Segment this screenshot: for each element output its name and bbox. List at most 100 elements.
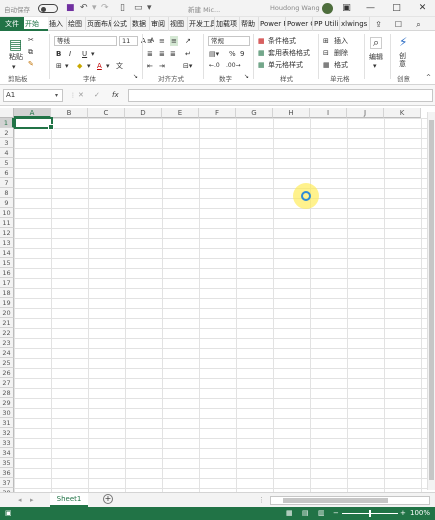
- font-name-dropdown[interactable]: 等线: [54, 36, 117, 46]
- align-top-icon[interactable]: ≡: [147, 36, 153, 46]
- accounting-format-icon[interactable]: ▤▾: [209, 49, 219, 59]
- row-header[interactable]: 5: [0, 158, 14, 168]
- editing-dropdown-icon[interactable]: ▾: [373, 61, 377, 71]
- italic-button[interactable]: I: [69, 49, 71, 59]
- minimize-button[interactable]: —: [364, 2, 377, 15]
- row-header[interactable]: 33: [0, 438, 14, 448]
- row-header[interactable]: 7: [0, 178, 14, 188]
- font-size-dropdown[interactable]: 11: [119, 36, 138, 46]
- row-header[interactable]: 21: [0, 318, 14, 328]
- row-header[interactable]: 37: [0, 478, 14, 488]
- tab-view[interactable]: 视图: [169, 17, 188, 31]
- row-header[interactable]: 20: [0, 308, 14, 318]
- fill-color-icon[interactable]: ◆: [77, 61, 82, 71]
- row-header[interactable]: 8: [0, 188, 14, 198]
- bold-button[interactable]: B: [56, 49, 61, 59]
- undo-icon[interactable]: ↶: [80, 2, 88, 15]
- row-header[interactable]: 31: [0, 418, 14, 428]
- horizontal-scroll-thumb[interactable]: [283, 498, 388, 503]
- scroll-sheets-left-icon[interactable]: ◂: [18, 495, 22, 505]
- tab-power-pivot[interactable]: Power Pivot: [259, 17, 286, 31]
- increase-indent-icon[interactable]: ⇥: [159, 61, 165, 71]
- new-file-icon[interactable]: ▯: [120, 2, 125, 15]
- tab-draw[interactable]: 绘图: [67, 17, 86, 31]
- paste-label[interactable]: 粘贴: [9, 52, 23, 62]
- share-icon[interactable]: ⇪: [372, 18, 385, 31]
- align-left-icon[interactable]: ≣: [147, 49, 153, 59]
- orientation-icon[interactable]: ↗: [185, 36, 191, 46]
- active-cell[interactable]: [14, 117, 54, 130]
- column-header[interactable]: D: [125, 108, 162, 118]
- paste-icon[interactable]: ▤: [9, 38, 22, 52]
- row-header[interactable]: 24: [0, 348, 14, 358]
- save-icon[interactable]: ■: [66, 2, 75, 15]
- select-all-button[interactable]: [0, 108, 14, 118]
- tab-help[interactable]: 帮助: [240, 17, 259, 31]
- row-header[interactable]: 26: [0, 368, 14, 378]
- row-header[interactable]: 25: [0, 358, 14, 368]
- avatar[interactable]: [322, 3, 333, 14]
- row-header[interactable]: 23: [0, 338, 14, 348]
- insert-cells-button[interactable]: 插入: [334, 36, 348, 46]
- column-header[interactable]: B: [51, 108, 88, 118]
- normal-view-icon[interactable]: ▦: [286, 508, 293, 518]
- collapse-ribbon-icon[interactable]: ^: [426, 73, 431, 83]
- tab-page-layout[interactable]: 页面布局: [86, 17, 112, 31]
- name-box[interactable]: A1: [3, 89, 63, 102]
- tab-developer[interactable]: 开发工具: [188, 17, 215, 31]
- column-header[interactable]: I: [310, 108, 347, 118]
- row-header[interactable]: 22: [0, 328, 14, 338]
- name-box-dropdown-icon[interactable]: ▾: [55, 89, 58, 102]
- align-right-icon[interactable]: ≣: [170, 49, 176, 59]
- column-header[interactable]: F: [199, 108, 236, 118]
- fill-color-dropdown-icon[interactable]: ▾: [87, 61, 91, 71]
- undo-dropdown-icon[interactable]: ▾: [92, 2, 97, 15]
- zoom-slider-thumb[interactable]: [369, 510, 371, 517]
- row-header[interactable]: 19: [0, 298, 14, 308]
- tab-insert[interactable]: 插入: [48, 17, 67, 31]
- sheet-bar-separator-icon[interactable]: ⋮: [258, 495, 265, 505]
- row-header[interactable]: 1: [0, 118, 14, 128]
- page-break-view-icon[interactable]: ▥: [318, 508, 325, 518]
- zoom-out-icon[interactable]: −: [333, 508, 339, 518]
- column-header[interactable]: H: [273, 108, 310, 118]
- row-header[interactable]: 28: [0, 388, 14, 398]
- user-name[interactable]: Houdong Wang: [270, 4, 320, 12]
- confirm-entry-icon[interactable]: ✓: [94, 89, 100, 102]
- align-middle-icon[interactable]: ≡: [159, 36, 165, 46]
- create-icon[interactable]: ⚡: [399, 36, 407, 48]
- create-button[interactable]: 创意: [399, 52, 408, 68]
- horizontal-scrollbar[interactable]: [270, 496, 430, 505]
- underline-dropdown-icon[interactable]: ▾: [91, 49, 95, 59]
- ribbon-display-icon[interactable]: ▣: [340, 2, 353, 15]
- row-header[interactable]: 6: [0, 168, 14, 178]
- row-header[interactable]: 11: [0, 218, 14, 228]
- row-header[interactable]: 27: [0, 378, 14, 388]
- tab-pp-utilities[interactable]: PP Utili...: [313, 17, 340, 31]
- vertical-scrollbar[interactable]: [427, 112, 435, 490]
- format-painter-icon[interactable]: ✎: [28, 59, 34, 69]
- copy-icon[interactable]: ⧉: [28, 47, 33, 57]
- column-header[interactable]: C: [88, 108, 125, 118]
- row-header[interactable]: 14: [0, 248, 14, 258]
- tab-formulas[interactable]: 公式: [112, 17, 131, 31]
- conditional-formatting-icon[interactable]: ▦: [258, 36, 265, 46]
- column-header[interactable]: G: [236, 108, 273, 118]
- column-header[interactable]: K: [384, 108, 421, 118]
- zoom-level[interactable]: 100%: [410, 508, 430, 518]
- formula-input[interactable]: [128, 89, 433, 102]
- maximize-button[interactable]: □: [390, 2, 403, 15]
- row-header[interactable]: 35: [0, 458, 14, 468]
- tab-power-query[interactable]: Power Q...: [286, 17, 313, 31]
- autosave-toggle[interactable]: [38, 4, 58, 13]
- row-header[interactable]: 32: [0, 428, 14, 438]
- number-format-dropdown[interactable]: 常规: [208, 36, 250, 46]
- delete-cells-icon[interactable]: ⊟: [323, 48, 329, 58]
- align-center-icon[interactable]: ≣: [159, 49, 165, 59]
- scroll-sheets-right-icon[interactable]: ▸: [30, 495, 34, 505]
- cancel-entry-icon[interactable]: ✕: [78, 89, 84, 102]
- tab-home[interactable]: 开始: [24, 17, 48, 31]
- conditional-formatting-button[interactable]: 条件格式: [268, 36, 296, 46]
- cell-styles-icon[interactable]: ▦: [258, 60, 265, 70]
- increase-decimal-icon[interactable]: ←.0: [209, 61, 220, 71]
